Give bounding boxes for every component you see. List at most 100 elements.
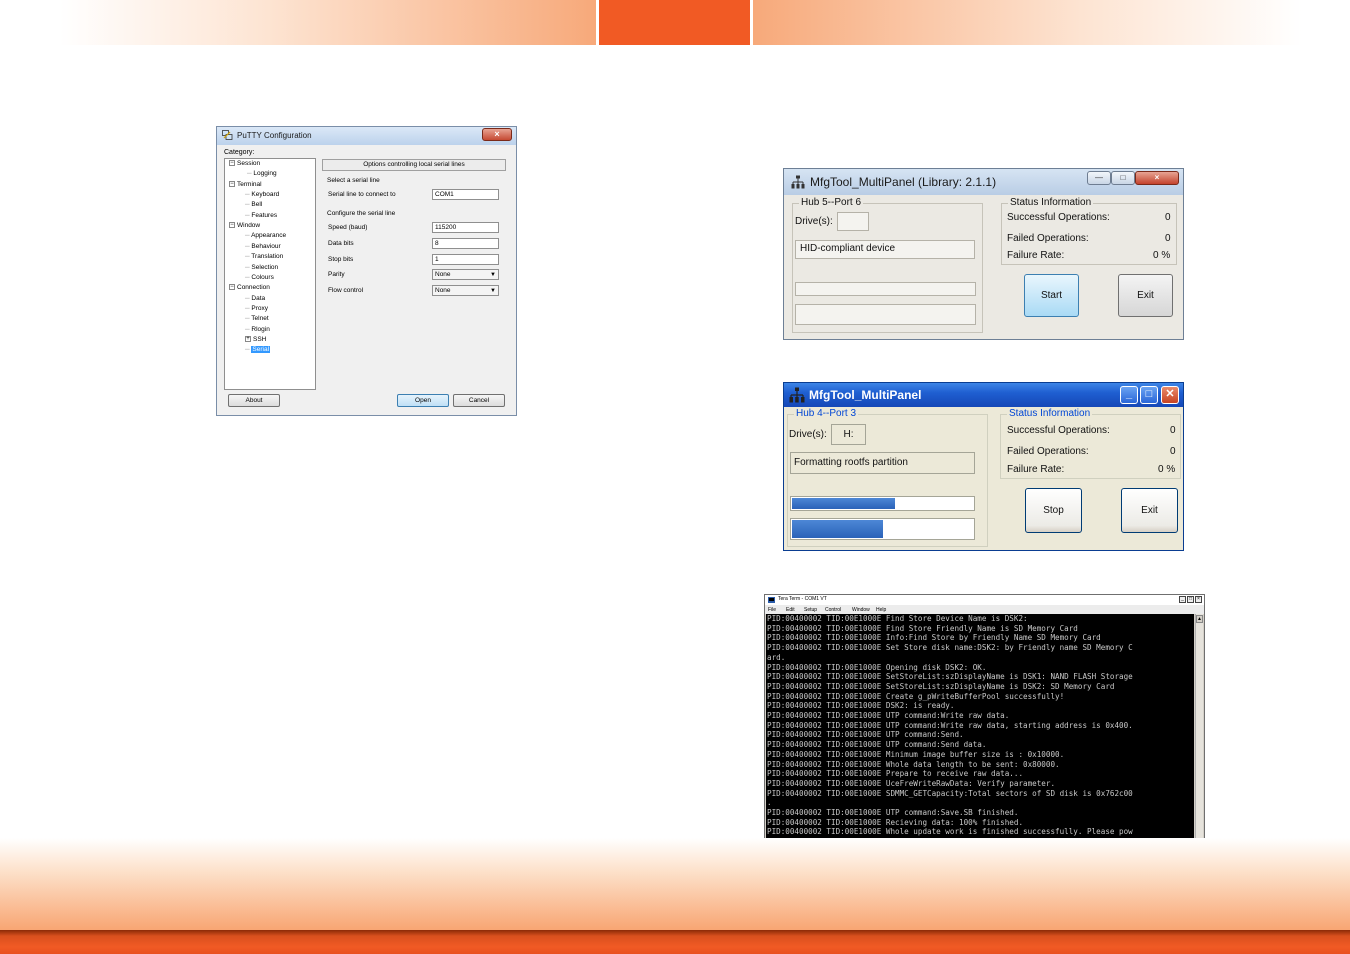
terminal-line: PID:00400002 TID:00E1000E Opening disk D…: [767, 662, 987, 672]
close-icon[interactable]: ×: [1135, 171, 1179, 185]
tree-item-session[interactable]: − Session: [229, 160, 260, 168]
tree-item-data[interactable]: ─ Data: [245, 295, 265, 303]
failed-operations-label: Failed Operations:: [1007, 446, 1089, 457]
mfgtool-titlebar-xp[interactable]: MfgTool_MultiPanel _ □ ✕: [784, 383, 1183, 407]
tree-item-behaviour[interactable]: ─ Behaviour: [245, 243, 281, 251]
expand-icon[interactable]: +: [245, 336, 251, 343]
putty-titlebar[interactable]: PuTTY Configuration ×: [217, 127, 516, 145]
speed-input[interactable]: 115200: [432, 222, 499, 233]
scroll-up-icon[interactable]: ▲: [1196, 615, 1203, 623]
footer-gradient: [0, 838, 1350, 930]
minimize-icon[interactable]: _: [1120, 386, 1138, 404]
tree-item-label: Selection: [251, 263, 279, 271]
close-icon[interactable]: ✕: [1161, 386, 1179, 404]
serial-line-input[interactable]: COM1: [432, 189, 499, 200]
mfgtool-titlebar[interactable]: MfgTool_MultiPanel (Library: 2.1.1) — □ …: [784, 169, 1183, 195]
tera-term-window: Tera Term - COM1 VT _ □ × File Edit Setup C…: [764, 594, 1205, 852]
terminal-line: PID:00400002 TID:00E1000E Find Store Fri…: [767, 623, 1078, 633]
device-status-text: HID-compliant device: [795, 240, 975, 259]
mfgtool-window-idle: MfgTool_MultiPanel (Library: 2.1.1) — □ …: [783, 168, 1184, 340]
about-button[interactable]: About: [228, 394, 280, 407]
failed-operations-label: Failed Operations:: [1007, 233, 1089, 244]
terminal-line: PID:00400002 TID:00E1000E Find Store Dev…: [767, 614, 1028, 623]
stop-button[interactable]: Stop: [1025, 488, 1082, 533]
tera-term-menubar: File Edit Setup Control Window Help: [765, 605, 1204, 614]
mfgtool-title-xp: MfgTool_MultiPanel: [809, 388, 922, 402]
terminal-line: PID:00400002 TID:00E1000E Whole data len…: [767, 759, 1060, 769]
tree-item-label: Telnet: [251, 315, 269, 323]
maximize-icon[interactable]: □: [1187, 596, 1194, 603]
terminal-line: PID:00400002 TID:00E1000E UceFreWriteRaw…: [767, 778, 1056, 788]
maximize-icon[interactable]: □: [1111, 171, 1135, 185]
tree-item-appearance[interactable]: ─ Appearance: [245, 232, 286, 240]
group-label-configure-serial: Configure the serial line: [327, 210, 396, 217]
tree-item-label: Rlogin: [251, 325, 270, 333]
menu-item-setup[interactable]: Setup: [804, 607, 817, 613]
failure-rate-value: 0 %: [1158, 464, 1176, 475]
tree-item-features[interactable]: ─ Features: [245, 212, 277, 220]
collapse-icon[interactable]: −: [229, 160, 235, 167]
terminal-line: PID:00400002 TID:00E1000E UTP command:Wr…: [767, 711, 1010, 721]
collapse-icon[interactable]: −: [229, 222, 235, 229]
collapse-icon[interactable]: −: [229, 180, 235, 187]
tree-item-proxy[interactable]: ─ Proxy: [245, 305, 268, 313]
menu-item-window[interactable]: Window: [852, 607, 870, 613]
tree-item-terminal[interactable]: − Terminal: [229, 181, 262, 189]
successful-operations-label: Successful Operations:: [1007, 425, 1110, 436]
cancel-button[interactable]: Cancel: [453, 394, 505, 407]
tree-item-serial[interactable]: ─ Serial: [245, 346, 271, 354]
putty-configuration-window: PuTTY Configuration × Category: − Session…: [216, 126, 517, 416]
category-tree[interactable]: − Session ─ Logging − Terminal ─ Keyboard ─ Be…: [224, 158, 316, 390]
tree-item-label: Colours: [251, 273, 274, 281]
collapse-icon[interactable]: −: [229, 284, 235, 291]
tree-item-logging[interactable]: ─ Logging: [247, 170, 277, 178]
menu-item-help[interactable]: Help: [876, 607, 886, 613]
flow-control-select[interactable]: None ▼: [432, 285, 499, 296]
tree-item-rlogin[interactable]: ─ Rlogin: [245, 326, 270, 334]
maximize-icon[interactable]: □: [1140, 386, 1158, 404]
progress-bar-1: [790, 496, 975, 511]
tree-item-bell[interactable]: ─ Bell: [245, 201, 262, 209]
drives-label: Drive(s):: [789, 429, 827, 440]
minimize-icon[interactable]: —: [1087, 171, 1111, 185]
minimize-icon[interactable]: _: [1179, 596, 1186, 603]
menu-item-file[interactable]: File: [768, 607, 776, 613]
tree-item-colours[interactable]: ─ Colours: [245, 274, 274, 282]
tera-term-titlebar[interactable]: Tera Term - COM1 VT _ □ ×: [765, 595, 1204, 605]
stop-bits-input[interactable]: 1: [432, 254, 499, 265]
terminal-scrollbar[interactable]: ▲ ▼: [1195, 614, 1203, 851]
tree-item-window[interactable]: − Window: [229, 222, 260, 230]
close-icon[interactable]: ×: [1195, 596, 1202, 603]
failed-operations-value: 0: [1170, 446, 1176, 457]
tree-item-translation[interactable]: ─ Translation: [245, 253, 283, 261]
mfgtool-window-running: MfgTool_MultiPanel _ □ ✕ Hub 4--Port 3 D…: [783, 382, 1184, 551]
terminal-line: PID:00400002 TID:00E1000E UTP command:Wr…: [767, 720, 1133, 730]
parity-label: Parity: [328, 271, 345, 278]
close-icon[interactable]: ×: [482, 128, 512, 141]
exit-button[interactable]: Exit: [1121, 488, 1178, 533]
progress-bar-1: [795, 282, 976, 296]
open-button[interactable]: Open: [397, 394, 449, 407]
menu-item-edit[interactable]: Edit: [786, 607, 795, 613]
tree-item-label: Window: [237, 222, 261, 230]
panel-heading: Options controlling local serial lines: [322, 159, 506, 171]
tree-item-label: Data: [251, 294, 266, 302]
exit-button[interactable]: Exit: [1118, 274, 1173, 317]
start-button[interactable]: Start: [1024, 274, 1079, 317]
terminal-line: PID:00400002 TID:00E1000E UTP command:Sa…: [767, 808, 1019, 818]
speed-label: Speed (baud): [328, 224, 368, 231]
terminal-output[interactable]: PID:00400002 TID:00E1000E Find Store Dev…: [766, 614, 1194, 851]
data-bits-input[interactable]: 8: [432, 238, 499, 249]
terminal-icon: [768, 597, 775, 603]
putty-app-icon: [222, 130, 233, 140]
parity-select[interactable]: None ▼: [432, 269, 499, 280]
tree-item-keyboard[interactable]: ─ Keyboard: [245, 191, 279, 199]
menu-item-control[interactable]: Control: [825, 607, 841, 613]
successful-operations-label: Successful Operations:: [1007, 212, 1110, 223]
tree-item-telnet[interactable]: ─ Telnet: [245, 315, 269, 323]
tree-item-ssh[interactable]: + SSH: [245, 336, 266, 344]
terminal-line: PID:00400002 TID:00E1000E UTP command:Se…: [767, 730, 964, 740]
tree-item-selection[interactable]: ─ Selection: [245, 264, 278, 272]
terminal-line: PID:00400002 TID:00E1000E SDMMC_GETCapac…: [767, 788, 1133, 798]
tree-item-connection[interactable]: − Connection: [229, 284, 270, 292]
